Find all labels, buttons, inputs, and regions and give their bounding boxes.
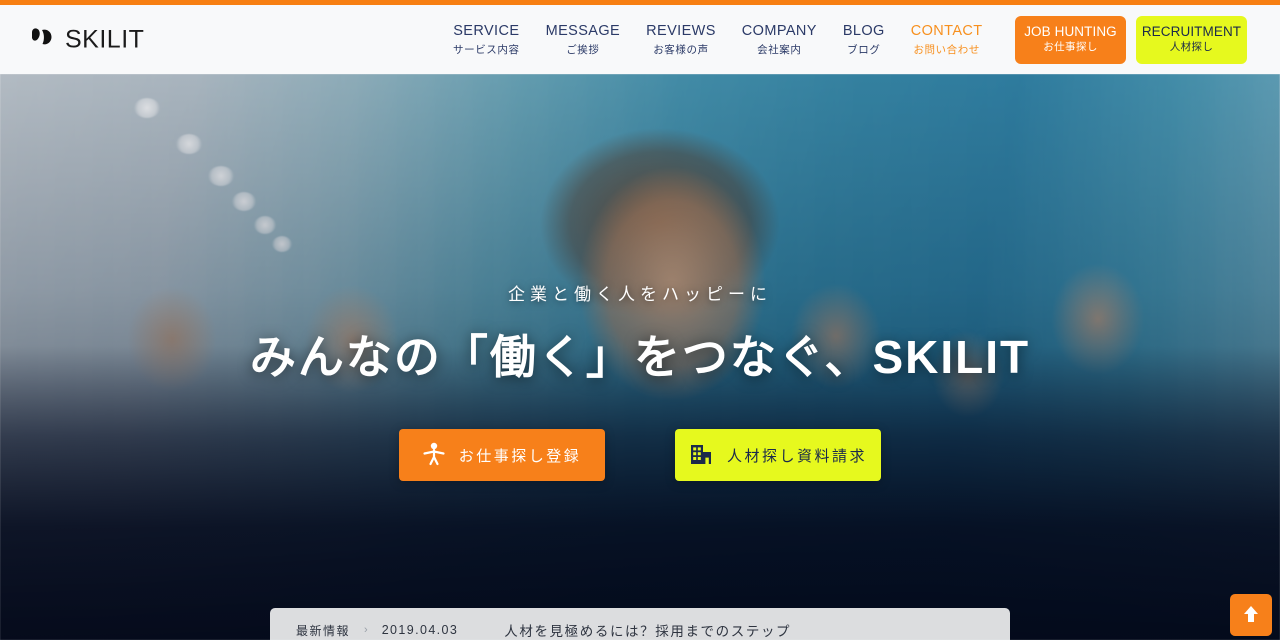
- recruitment-button[interactable]: RECRUITMENT 人材探し: [1136, 15, 1247, 64]
- site-header: SKILIT SERVICE サービス内容 MESSAGE ご挨拶 REVIEW…: [0, 5, 1280, 74]
- talent-material-request-button[interactable]: 人材探し資料請求: [675, 429, 881, 481]
- nav-label-ja: ブログ: [847, 43, 881, 56]
- nav-label-ja: お問い合わせ: [913, 43, 980, 56]
- job-search-register-label: お仕事探し登録: [458, 447, 582, 465]
- nav-label-ja: 会社案内: [757, 43, 802, 56]
- nav-item-reviews[interactable]: REVIEWS お客様の声: [633, 22, 729, 58]
- chevron-right-icon: ›: [364, 624, 368, 636]
- building-icon: [689, 442, 713, 469]
- talent-material-request-label: 人材探し資料請求: [726, 447, 867, 465]
- main-navigation: SERVICE サービス内容 MESSAGE ご挨拶 REVIEWS お客様の声…: [440, 22, 996, 58]
- two-leaf-mark-icon: [30, 26, 58, 53]
- nav-label-en: MESSAGE: [545, 22, 621, 39]
- person-icon: [423, 442, 445, 469]
- nav-label-en: SERVICE: [453, 22, 520, 39]
- nav-label-ja: サービス内容: [453, 43, 520, 56]
- news-date: 2019.04.03: [381, 623, 459, 637]
- nav-label-en: CONTACT: [910, 22, 983, 39]
- nav-item-blog[interactable]: BLOG ブログ: [830, 22, 898, 58]
- logo-text: SKILIT: [65, 25, 145, 53]
- job-hunting-label-ja: お仕事探し: [1043, 41, 1098, 53]
- nav-item-service[interactable]: SERVICE サービス内容: [440, 22, 533, 58]
- recruitment-label-en: RECRUITMENT: [1141, 24, 1242, 39]
- job-search-register-button[interactable]: お仕事探し登録: [399, 429, 605, 481]
- nav-label-en: COMPANY: [741, 22, 817, 39]
- header-cta-group: JOB HUNTING お仕事探し RECRUITMENT 人材探し: [1015, 15, 1247, 64]
- nav-label-en: BLOG: [842, 22, 885, 39]
- nav-label-ja: お客様の声: [653, 43, 709, 56]
- arrow-up-icon: [1242, 604, 1260, 627]
- recruitment-label-ja: 人材探し: [1169, 41, 1214, 53]
- nav-item-company[interactable]: COMPANY 会社案内: [729, 22, 830, 58]
- nav-item-message[interactable]: MESSAGE ご挨拶: [533, 22, 634, 58]
- site-logo[interactable]: SKILIT: [30, 25, 144, 54]
- job-hunting-label-en: JOB HUNTING: [1024, 24, 1117, 39]
- top-accent-bar: [0, 0, 1280, 5]
- scroll-to-top-button[interactable]: [1230, 594, 1272, 636]
- hero-cta-group: お仕事探し登録 人材探し資料請求: [399, 429, 881, 481]
- nav-label-en: REVIEWS: [646, 22, 716, 39]
- hero-title: みんなの「働く」をつなぐ、SKILIT: [249, 331, 1031, 383]
- nav-label-ja: ご挨拶: [566, 43, 600, 56]
- news-title: 人材を見極めるには？採用までのステップ: [504, 624, 792, 639]
- hero-subtitle: 企業と働く人をハッピーに: [508, 285, 772, 304]
- nav-item-contact[interactable]: CONTACT お問い合わせ: [898, 22, 996, 58]
- news-category: 最新情報: [296, 623, 351, 638]
- hero-content: 企業と働く人をハッピーに みんなの「働く」をつなぐ、SKILIT お仕事探し登録: [0, 74, 1280, 640]
- latest-news-bar[interactable]: 最新情報 › 2019.04.03 人材を見極めるには？採用までのステップ: [270, 608, 1010, 640]
- job-hunting-button[interactable]: JOB HUNTING お仕事探し: [1015, 15, 1126, 64]
- hero-section: 企業と働く人をハッピーに みんなの「働く」をつなぐ、SKILIT お仕事探し登録: [0, 74, 1280, 640]
